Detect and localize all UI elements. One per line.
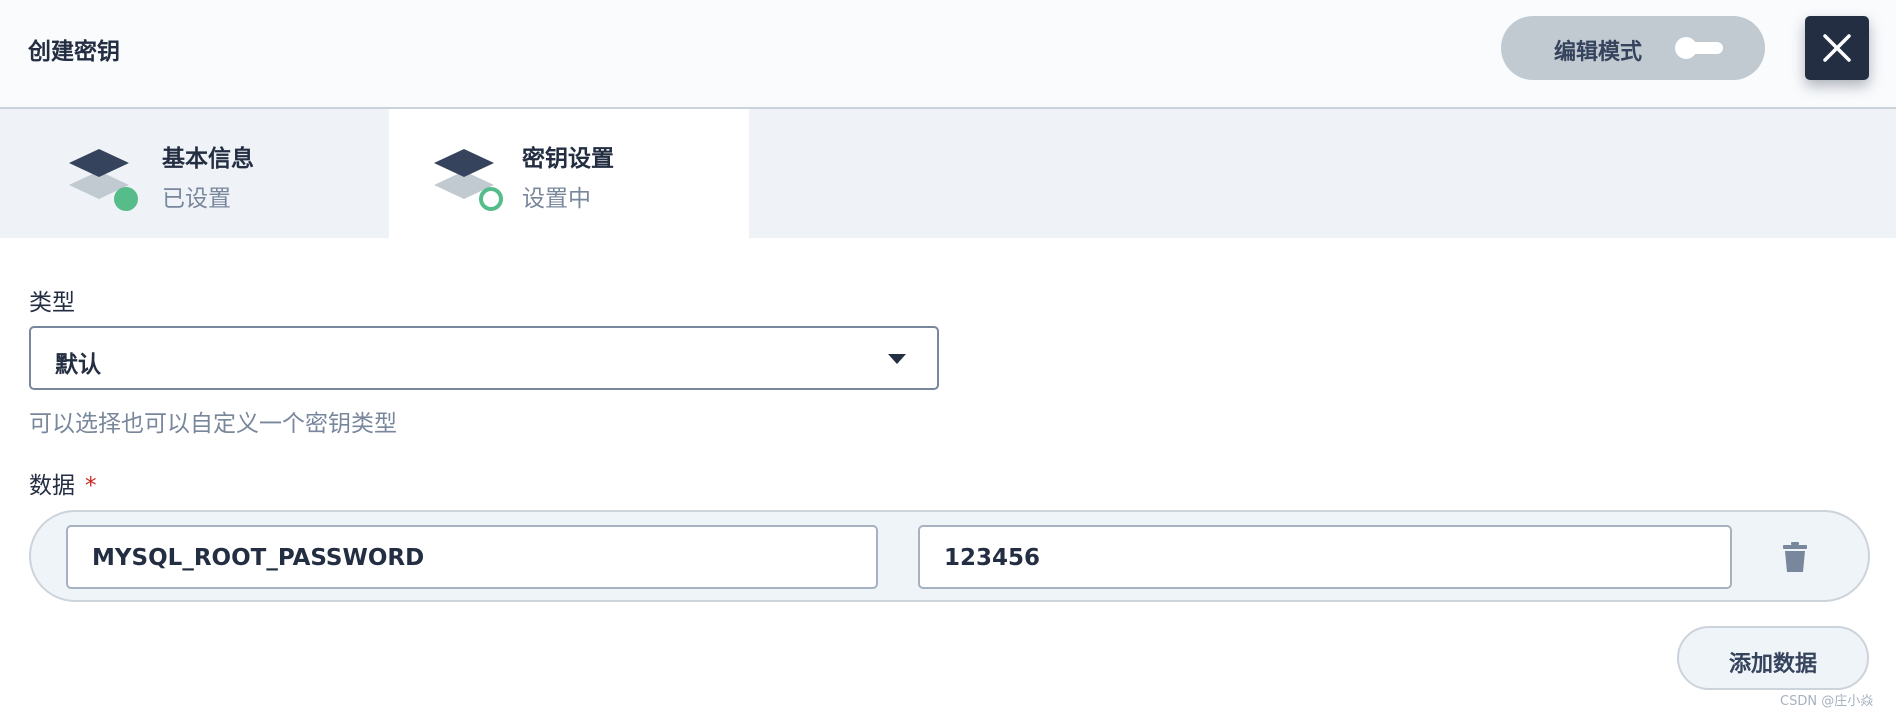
trash-icon[interactable] (1783, 542, 1807, 572)
tab-title: 基本信息 (162, 146, 254, 172)
type-select[interactable]: 默认 (29, 326, 939, 390)
type-select-value: 默认 (55, 352, 101, 378)
required-mark: * (85, 473, 97, 499)
status-done-dot (114, 187, 138, 211)
edit-mode-label: 编辑模式 (1554, 40, 1643, 65)
edit-mode-toggle-button[interactable]: 编辑模式 (1501, 16, 1765, 80)
data-value-input[interactable]: 123456 (918, 525, 1732, 589)
toggle-knob (1675, 37, 1697, 59)
modal-header: 创建密钥 编辑模式 (0, 0, 1896, 109)
layers-icon (69, 149, 138, 211)
caret-down-icon (888, 354, 906, 364)
data-key-input[interactable]: MYSQL_ROOT_PASSWORD (66, 525, 878, 589)
data-key-value: MYSQL_ROOT_PASSWORD (92, 545, 425, 571)
add-data-button[interactable]: 添加数据 (1677, 626, 1869, 690)
tab-status: 已设置 (162, 186, 231, 212)
data-label: 数据 * (29, 466, 97, 500)
close-button[interactable] (1805, 16, 1869, 80)
tab-basic-info[interactable]: 基本信息 已设置 (0, 109, 389, 238)
modal-title: 创建密钥 (28, 39, 120, 65)
step-tabs: 基本信息 已设置 密钥设置 设置中 (0, 109, 1896, 238)
status-progress-ring (479, 187, 503, 211)
data-row: MYSQL_ROOT_PASSWORD 123456 (29, 510, 1870, 602)
close-icon (1823, 34, 1851, 62)
toggle-switch[interactable] (1675, 37, 1723, 59)
add-data-label: 添加数据 (1728, 652, 1817, 677)
type-hint: 可以选择也可以自定义一个密钥类型 (29, 411, 397, 437)
layers-icon (434, 149, 503, 211)
data-label-text: 数据 (29, 473, 75, 499)
type-label: 类型 (29, 290, 75, 316)
tab-title: 密钥设置 (522, 146, 614, 172)
data-value-value: 123456 (944, 545, 1041, 571)
watermark: CSDN @庄小焱 (1780, 694, 1874, 709)
tab-status: 设置中 (522, 186, 591, 212)
tab-secret-settings[interactable]: 密钥设置 设置中 (389, 109, 749, 238)
